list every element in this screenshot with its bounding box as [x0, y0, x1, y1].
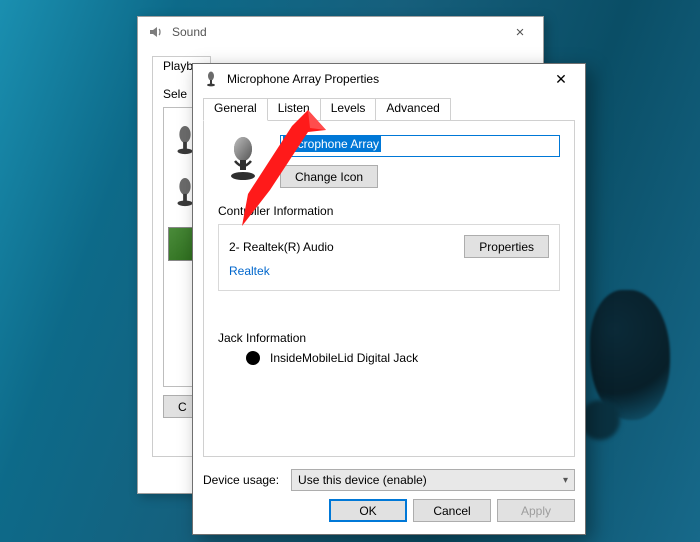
tab-listen[interactable]: Listen — [268, 98, 321, 120]
jack-name: InsideMobileLid Digital Jack — [270, 351, 418, 365]
tab-advanced[interactable]: Advanced — [376, 98, 450, 120]
cancel-button[interactable]: Cancel — [413, 499, 491, 522]
sound-titlebar[interactable]: Sound × — [138, 17, 543, 47]
properties-window: Microphone Array Properties ✕ General Li… — [192, 63, 586, 535]
controller-properties-button[interactable]: Properties — [464, 235, 549, 258]
properties-titlebar[interactable]: Microphone Array Properties ✕ — [193, 64, 585, 94]
device-usage-label: Device usage: — [203, 473, 279, 487]
change-icon-button[interactable]: Change Icon — [280, 165, 378, 188]
dialog-button-row: OK Cancel Apply — [203, 499, 575, 526]
chevron-down-icon: ▾ — [563, 475, 568, 486]
device-usage-select[interactable]: Use this device (enable) ▾ — [291, 469, 575, 491]
background-blur — [580, 400, 620, 440]
sound-window-title: Sound — [172, 25, 503, 39]
vendor-link[interactable]: Realtek — [229, 264, 549, 278]
jack-color-dot — [246, 351, 260, 365]
jack-info-label: Jack Information — [218, 331, 560, 345]
ok-button[interactable]: OK — [329, 499, 407, 522]
device-usage-value: Use this device (enable) — [298, 473, 427, 487]
controller-name: 2- Realtek(R) Audio — [229, 240, 464, 254]
speaker-icon — [148, 24, 164, 40]
controller-info-label: Controller Information — [218, 204, 560, 218]
tab-levels[interactable]: Levels — [321, 98, 377, 120]
close-icon[interactable]: ✕ — [541, 71, 581, 88]
properties-title: Microphone Array Properties — [227, 72, 541, 86]
device-large-icon — [218, 135, 266, 183]
microphone-icon — [203, 71, 219, 87]
close-icon[interactable]: × — [503, 24, 537, 41]
apply-button[interactable]: Apply — [497, 499, 575, 522]
properties-tab-row: General Listen Levels Advanced — [203, 98, 575, 120]
tab-general[interactable]: General — [203, 98, 268, 121]
device-name-input[interactable]: Microphone Array — [280, 135, 560, 157]
controller-info-group: 2- Realtek(R) Audio Properties Realtek — [218, 224, 560, 291]
general-panel: Microphone Array Change Icon Controller … — [203, 120, 575, 457]
